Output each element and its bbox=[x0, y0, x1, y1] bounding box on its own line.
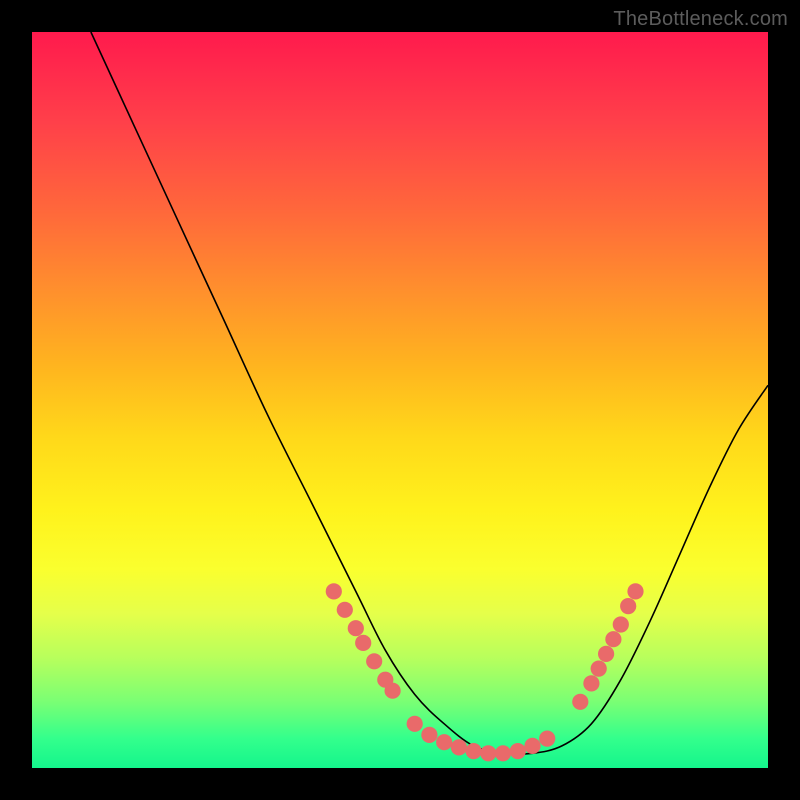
plot-area bbox=[32, 32, 768, 768]
marker-dot bbox=[598, 646, 614, 662]
marker-dot bbox=[407, 716, 423, 732]
marker-dot bbox=[583, 675, 599, 691]
marker-dot bbox=[355, 635, 371, 651]
marker-dot bbox=[421, 727, 437, 743]
chart-frame: TheBottleneck.com bbox=[0, 0, 800, 800]
marker-dot bbox=[480, 745, 496, 761]
marker-dot bbox=[348, 620, 364, 636]
marker-dot bbox=[366, 653, 382, 669]
marker-dot bbox=[627, 583, 643, 599]
marker-dot bbox=[451, 739, 467, 755]
marker-dot bbox=[524, 738, 540, 754]
marker-dots bbox=[326, 583, 644, 761]
marker-dot bbox=[436, 734, 452, 750]
marker-dot bbox=[510, 743, 526, 759]
marker-dot bbox=[539, 731, 555, 747]
marker-dot bbox=[620, 598, 636, 614]
watermark-text: TheBottleneck.com bbox=[613, 8, 788, 31]
bottleneck-curve bbox=[91, 32, 768, 754]
marker-dot bbox=[591, 661, 607, 677]
curve-svg bbox=[32, 32, 768, 768]
marker-dot bbox=[495, 745, 511, 761]
marker-dot bbox=[613, 616, 629, 632]
marker-dot bbox=[326, 583, 342, 599]
marker-dot bbox=[337, 602, 353, 618]
marker-dot bbox=[605, 631, 621, 647]
marker-dot bbox=[466, 743, 482, 759]
marker-dot bbox=[572, 694, 588, 710]
marker-dot bbox=[385, 683, 401, 699]
